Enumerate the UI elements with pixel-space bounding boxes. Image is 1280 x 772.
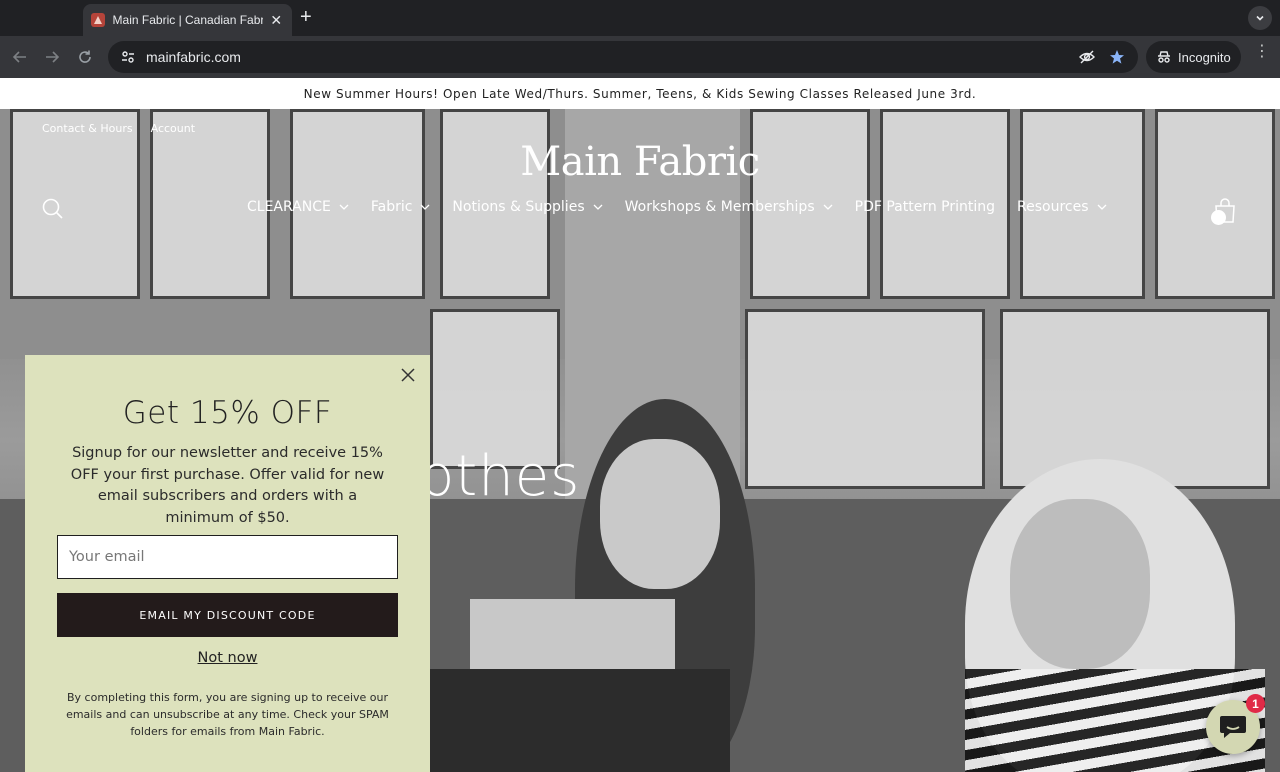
chevron-down-icon bbox=[823, 204, 833, 210]
nav-item-resources[interactable]: Resources bbox=[1017, 199, 1107, 215]
account-link[interactable]: Account bbox=[151, 122, 195, 135]
tracking-protection-eye-icon[interactable] bbox=[1076, 46, 1098, 68]
browser-toolbar: mainfabric.com Incognito ⋮ bbox=[0, 36, 1280, 78]
forward-arrow-icon[interactable] bbox=[41, 46, 63, 68]
address-bar[interactable]: mainfabric.com bbox=[108, 41, 1138, 73]
popup-fine-print: By completing this form, you are signing… bbox=[66, 691, 389, 738]
chevron-down-icon bbox=[339, 204, 349, 210]
site-favicon-icon bbox=[91, 13, 105, 27]
nav-item-label: CLEARANCE bbox=[247, 199, 331, 215]
tab-close-icon[interactable]: ✕ bbox=[269, 12, 284, 29]
chat-notification-badge: 1 bbox=[1246, 694, 1265, 713]
email-discount-button[interactable]: EMAIL MY DISCOUNT CODE bbox=[57, 593, 398, 637]
tab-title: Main Fabric | Canadian Fabric bbox=[112, 13, 263, 27]
popup-description: Signup for our newsletter and receive 15… bbox=[70, 445, 385, 526]
nav-item-fabric[interactable]: Fabric bbox=[371, 199, 431, 215]
chevron-down-icon bbox=[420, 204, 430, 210]
chevron-down-icon bbox=[1097, 204, 1106, 210]
nav-item-label: Notions & Supplies bbox=[452, 199, 585, 215]
url-text[interactable]: mainfabric.com bbox=[146, 49, 1068, 65]
nav-item-workshops-memberships[interactable]: Workshops & Memberships bbox=[625, 199, 833, 215]
back-arrow-icon[interactable] bbox=[9, 46, 31, 68]
reload-icon[interactable] bbox=[74, 46, 96, 68]
new-tab-icon[interactable]: + bbox=[300, 6, 312, 28]
nav-item-label: Fabric bbox=[370, 199, 413, 215]
nav-item-label: Resources bbox=[1017, 199, 1089, 215]
tab-search-chevron-icon[interactable] bbox=[1248, 6, 1272, 30]
email-field[interactable] bbox=[57, 535, 398, 579]
contact-hours-link[interactable]: Contact & Hours bbox=[42, 122, 133, 135]
utility-links: Contact & Hours Account bbox=[42, 122, 195, 135]
newsletter-popup: Get 15% OFF Signup for our newsletter an… bbox=[25, 355, 430, 772]
cart-indicator-dot bbox=[1211, 210, 1226, 225]
incognito-label: Incognito bbox=[1178, 49, 1231, 65]
nav-item-clearance[interactable]: CLEARANCE bbox=[247, 199, 349, 215]
incognito-indicator[interactable]: Incognito bbox=[1146, 41, 1241, 73]
nav-item-label: PDF Pattern Printing bbox=[854, 199, 996, 215]
popup-title: Get 15% OFF bbox=[122, 395, 333, 431]
nav-item-notions-supplies[interactable]: Notions & Supplies bbox=[452, 199, 603, 215]
close-icon[interactable] bbox=[400, 367, 416, 383]
site-settings-icon[interactable] bbox=[118, 47, 138, 67]
announcement-bar[interactable]: New Summer Hours! Open Late Wed/Thurs. S… bbox=[0, 78, 1280, 109]
site-logo[interactable]: Main Fabric bbox=[0, 139, 1280, 185]
chat-bubble-icon bbox=[1220, 716, 1246, 738]
incognito-icon bbox=[1158, 51, 1170, 63]
nav-item-pdf-pattern-printing[interactable]: PDF Pattern Printing bbox=[855, 199, 995, 215]
bookmark-star-icon[interactable] bbox=[1106, 46, 1128, 68]
browser-menu-icon[interactable]: ⋮ bbox=[1254, 43, 1270, 59]
not-now-link[interactable]: Not now bbox=[25, 650, 430, 666]
main-navigation: CLEARANCE Fabric Notions & Supplies Work… bbox=[247, 199, 1107, 215]
browser-tab-bar: Main Fabric | Canadian Fabric ✕ + bbox=[0, 0, 1280, 36]
search-icon[interactable] bbox=[41, 197, 65, 221]
browser-tab[interactable]: Main Fabric | Canadian Fabric ✕ bbox=[83, 4, 292, 36]
chevron-down-icon bbox=[593, 204, 603, 210]
hero-heading: othes bbox=[420, 444, 581, 509]
nav-item-label: Workshops & Memberships bbox=[624, 199, 815, 215]
